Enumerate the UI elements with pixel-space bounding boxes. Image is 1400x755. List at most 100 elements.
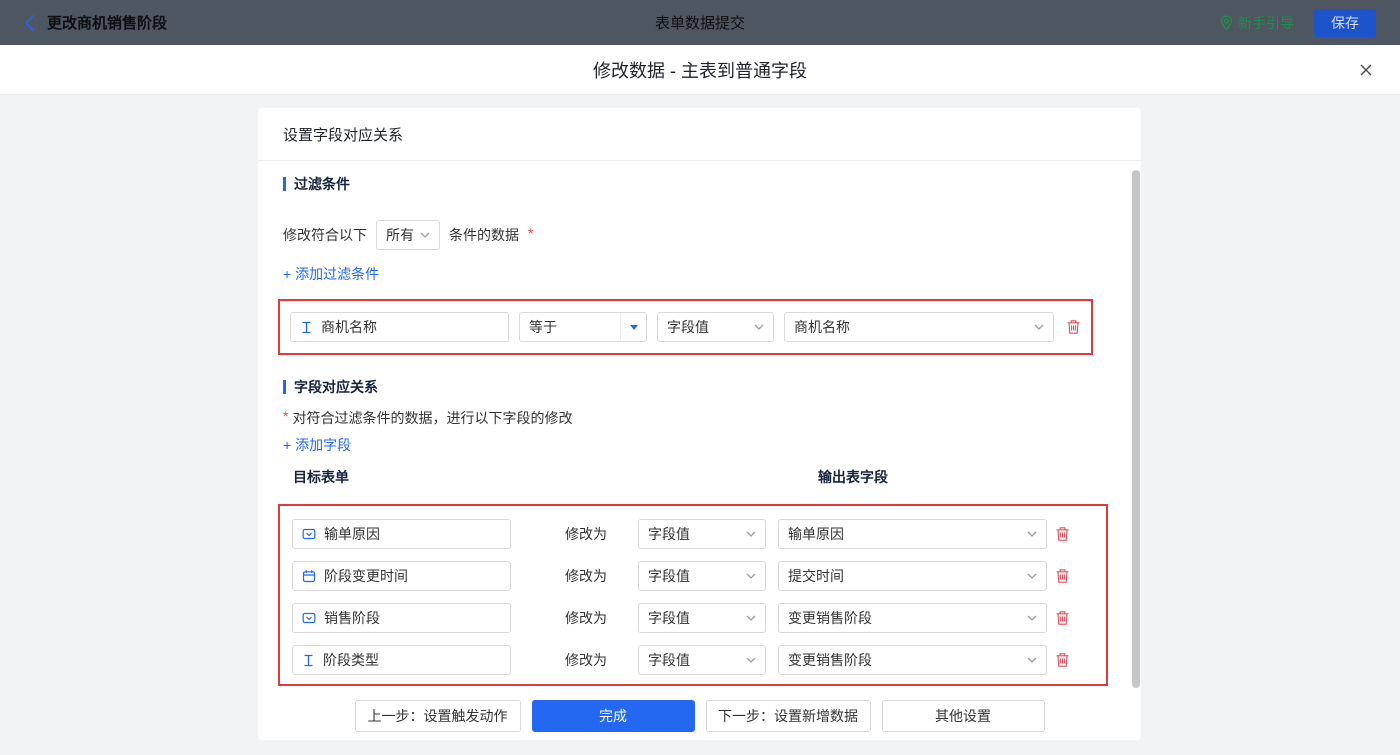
filter-section-label: 过滤条件 [294, 174, 350, 194]
add-field-link[interactable]: + 添加字段 [283, 435, 1141, 451]
output-field-value: 变更销售阶段 [788, 650, 872, 670]
value-type: 字段值 [648, 650, 690, 670]
mapping-annotation-box: 输单原因 修改为 字段值 输单原因 [278, 504, 1108, 686]
filter-value: 商机名称 [794, 317, 850, 337]
modify-label: 修改为 [565, 650, 607, 670]
target-field-value: 阶段类型 [323, 650, 379, 670]
beginner-guide-label: 新手引导 [1238, 13, 1294, 33]
target-field-input[interactable]: 销售阶段 [292, 603, 511, 633]
settings-card: 设置字段对应关系 过滤条件 修改符合以下 所有 条件的数据 * + 添加过滤条 [258, 108, 1141, 740]
chevron-down-icon [746, 531, 756, 537]
mapping-row: 阶段类型 修改为 字段值 变更销售阶段 [292, 645, 1094, 675]
chevron-down-icon [746, 615, 756, 621]
filter-annotation-box: 商机名称 等于 字段值 商机名称 [278, 299, 1093, 355]
prev-step-button[interactable]: 上一步：设置触发动作 [355, 700, 521, 732]
operator-select[interactable]: 等于 [519, 312, 647, 342]
text-field-icon [302, 654, 315, 667]
dialog-footer: 上一步：设置触发动作 完成 下一步：设置新增数据 其他设置 [258, 700, 1141, 732]
scrollbar-thumb[interactable] [1132, 170, 1140, 688]
mapping-row: 阶段变更时间 修改为 字段值 提交时间 [292, 561, 1094, 591]
done-button[interactable]: 完成 [532, 700, 695, 732]
operator-value: 等于 [529, 317, 557, 337]
flow-title: 更改商机销售阶段 [47, 12, 167, 33]
add-filter-link[interactable]: + 添加过滤条件 [283, 264, 379, 280]
page-title: 表单数据提交 [655, 12, 745, 33]
target-field-value: 销售阶段 [324, 608, 380, 628]
delete-icon[interactable] [1055, 526, 1070, 542]
chevron-down-icon [746, 573, 756, 579]
filter-value-type-select[interactable]: 字段值 [657, 312, 774, 342]
modify-label: 修改为 [565, 608, 607, 628]
mapping-row: 输单原因 修改为 字段值 输单原因 [292, 519, 1094, 549]
output-field-select[interactable]: 变更销售阶段 [778, 645, 1047, 675]
delete-icon[interactable] [1066, 319, 1081, 335]
top-bar: 更改商机销售阶段 表单数据提交 新手引导 保存 [0, 0, 1400, 45]
next-step-button[interactable]: 下一步：设置新增数据 [706, 700, 871, 732]
chevron-down-icon [1027, 531, 1037, 537]
match-mode-select[interactable]: 所有 [376, 220, 440, 250]
back-icon[interactable] [24, 14, 35, 32]
delete-icon[interactable] [1055, 652, 1070, 668]
delete-icon[interactable] [1055, 610, 1070, 626]
chevron-down-icon [1027, 657, 1037, 663]
mapping-section-title: 字段对应关系 [283, 379, 1141, 395]
output-field-select[interactable]: 变更销售阶段 [778, 603, 1047, 633]
text-field-icon [300, 321, 313, 334]
card-header-title: 设置字段对应关系 [258, 108, 1141, 161]
output-field-select[interactable]: 输单原因 [778, 519, 1047, 549]
output-field-value: 变更销售阶段 [788, 608, 872, 628]
app-root: 更改商机销售阶段 表单数据提交 新手引导 保存 修改数据 - 主表到普通字段 设… [0, 0, 1400, 755]
mapping-section-label: 字段对应关系 [294, 377, 378, 397]
operator-dropdown-zone[interactable] [620, 313, 646, 341]
value-type: 字段值 [648, 566, 690, 586]
value-type-select[interactable]: 字段值 [638, 561, 766, 591]
condition-suffix: 条件的数据 [449, 225, 519, 245]
card-body: 过滤条件 修改符合以下 所有 条件的数据 * + 添加过滤条件 商机名称 [258, 161, 1141, 740]
mapping-note-text: 对符合过滤条件的数据，进行以下字段的修改 [292, 410, 572, 426]
required-mark: * [283, 408, 288, 424]
beginner-guide-link[interactable]: 新手引导 [1220, 13, 1294, 33]
dialog-body: 设置字段对应关系 过滤条件 修改符合以下 所有 条件的数据 * + 添加过滤条 [0, 95, 1400, 755]
output-field-value: 输单原因 [788, 524, 844, 544]
filter-value-select[interactable]: 商机名称 [784, 312, 1054, 342]
target-field-input[interactable]: 阶段变更时间 [292, 561, 511, 591]
filter-field-value: 商机名称 [321, 317, 377, 337]
filter-field-input[interactable]: 商机名称 [290, 312, 509, 342]
section-accent-bar [283, 380, 286, 394]
target-form-column-header: 目标表单 [293, 467, 349, 487]
output-field-value: 提交时间 [788, 566, 844, 586]
back-nav[interactable]: 更改商机销售阶段 [24, 12, 167, 33]
target-field-input[interactable]: 阶段类型 [292, 645, 511, 675]
section-accent-bar [283, 177, 286, 191]
output-field-select[interactable]: 提交时间 [778, 561, 1047, 591]
save-button[interactable]: 保存 [1314, 9, 1376, 37]
close-icon[interactable] [1358, 62, 1374, 78]
filter-value-type: 字段值 [667, 317, 709, 337]
top-bar-actions: 新手引导 保存 [1220, 9, 1376, 37]
mapping-row: 销售阶段 修改为 字段值 变更销售阶段 [292, 603, 1094, 633]
dialog-title: 修改数据 - 主表到普通字段 [593, 57, 807, 83]
value-type-select[interactable]: 字段值 [638, 519, 766, 549]
value-type-select[interactable]: 字段值 [638, 645, 766, 675]
select-field-icon [302, 611, 316, 625]
chevron-down-icon [1034, 324, 1044, 330]
dialog-header: 修改数据 - 主表到普通字段 [0, 45, 1400, 95]
chevron-down-icon [1027, 615, 1037, 621]
condition-prefix: 修改符合以下 [283, 225, 367, 245]
mapping-note: *对符合过滤条件的数据，进行以下字段的修改 [283, 408, 1141, 424]
chevron-down-icon [754, 324, 764, 330]
chevron-down-icon [746, 657, 756, 663]
value-type: 字段值 [648, 524, 690, 544]
value-type-select[interactable]: 字段值 [638, 603, 766, 633]
delete-icon[interactable] [1055, 568, 1070, 584]
value-type: 字段值 [648, 608, 690, 628]
select-field-icon [302, 527, 316, 541]
other-settings-button[interactable]: 其他设置 [882, 700, 1045, 732]
match-mode-value: 所有 [386, 225, 414, 245]
modify-label: 修改为 [565, 566, 607, 586]
modify-label: 修改为 [565, 524, 607, 544]
chevron-down-icon [420, 232, 430, 238]
target-field-value: 阶段变更时间 [324, 566, 408, 586]
target-field-input[interactable]: 输单原因 [292, 519, 511, 549]
output-field-column-header: 输出表字段 [818, 467, 888, 487]
